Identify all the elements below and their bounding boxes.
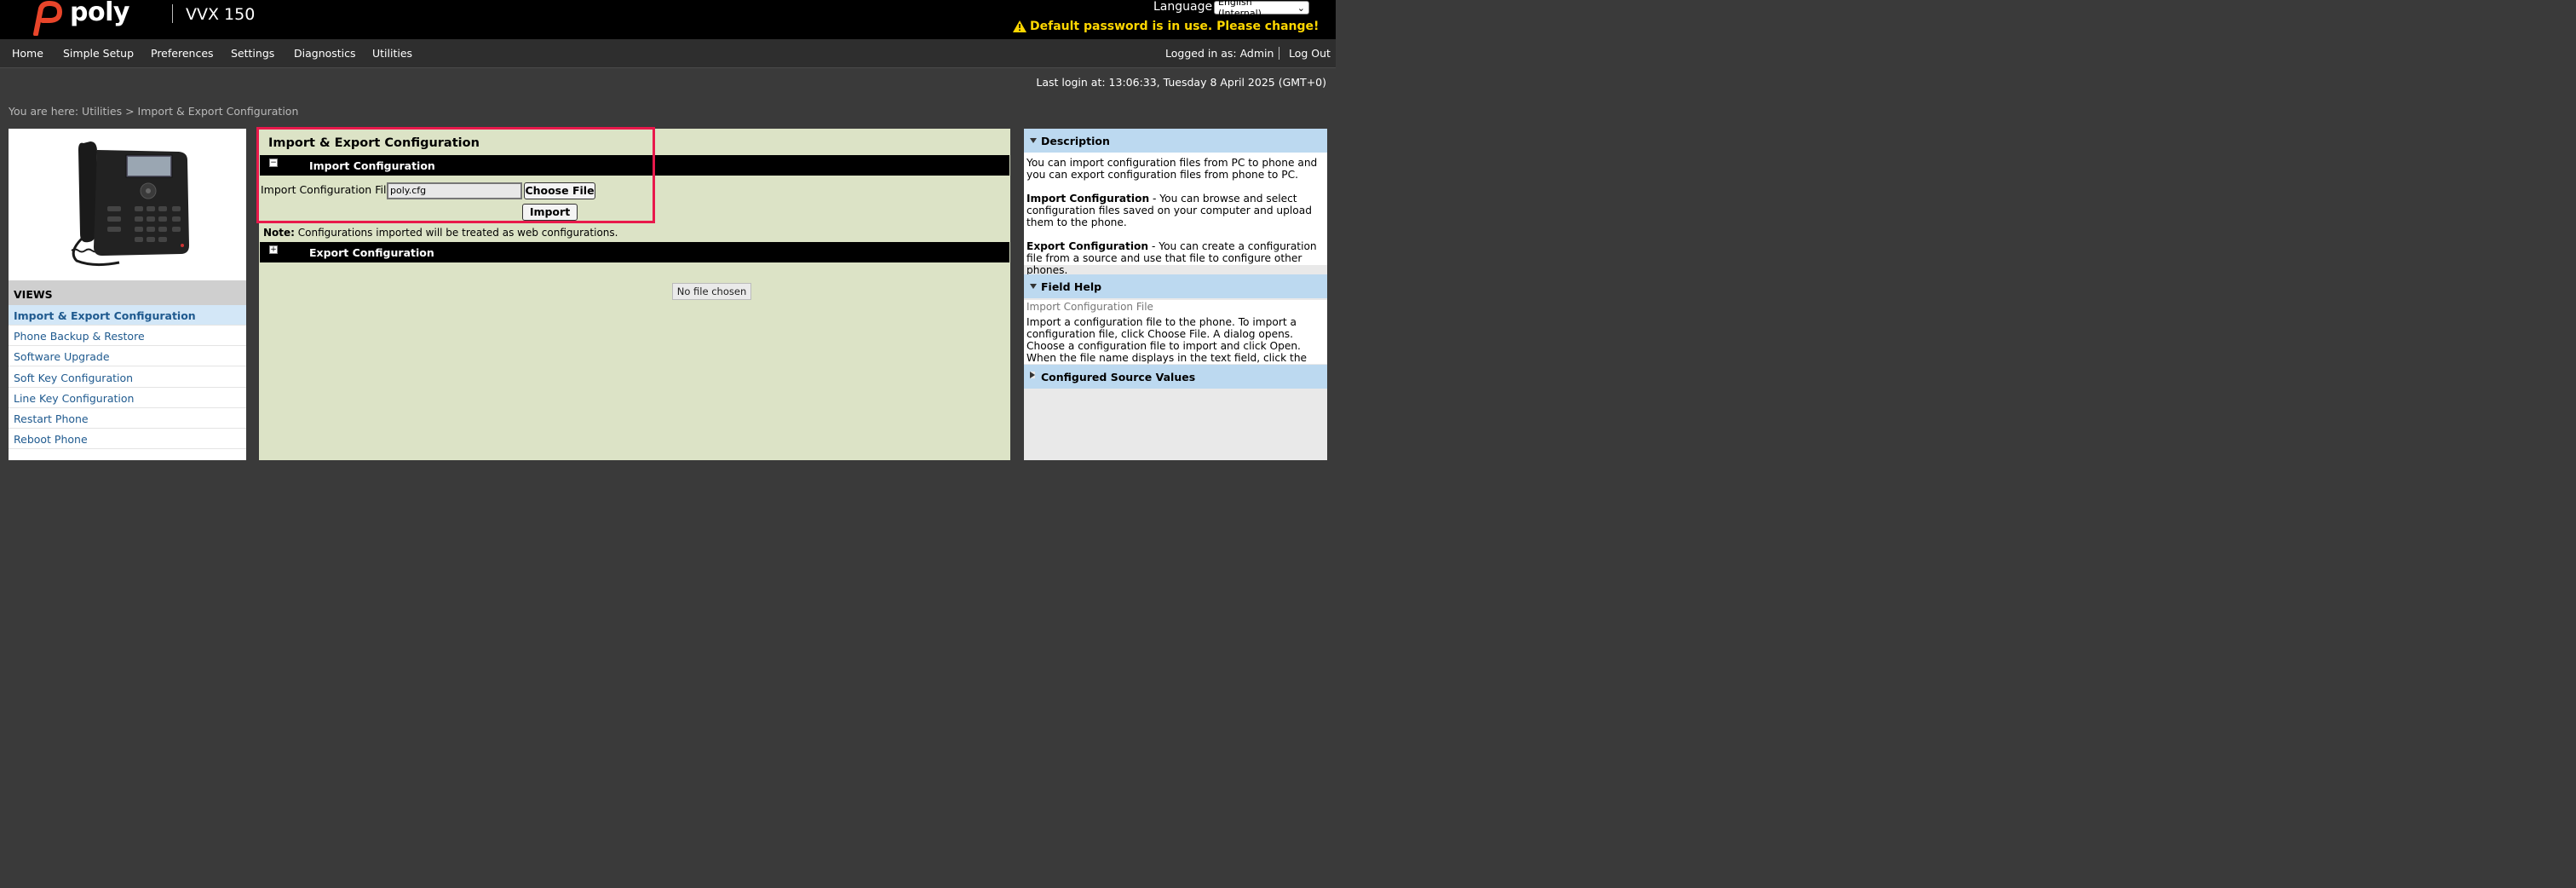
nav-home[interactable]: Home	[12, 47, 43, 60]
note-text: Configurations imported will be treated …	[294, 227, 618, 239]
default-password-warning: Default password is in use. Please chang…	[1013, 20, 1319, 33]
views-header: VIEWS	[9, 280, 246, 305]
brand-name: poly	[70, 0, 129, 27]
nav-diagnostics[interactable]: Diagnostics	[294, 47, 356, 60]
model-name: VVX 150	[186, 5, 256, 24]
last-login-bar: Last login at: 13:06:33, Tuesday 8 April…	[0, 68, 1336, 95]
import-button[interactable]: Import	[522, 204, 578, 221]
page-title: Import & Export Configuration	[268, 136, 480, 150]
export-section-header[interactable]: + Export Configuration	[260, 242, 1009, 262]
top-header: poly VVX 150 Language English (Internal)…	[0, 0, 1336, 39]
view-reboot-phone[interactable]: Reboot Phone	[9, 429, 246, 449]
export-section-title: Export Configuration	[309, 246, 434, 259]
expand-triangle-icon	[1030, 372, 1035, 378]
configured-source-header[interactable]: Configured Source Values	[1024, 365, 1327, 389]
import-section-header[interactable]: − Import Configuration	[260, 155, 1009, 176]
description-text: You can import configuration files from …	[1026, 157, 1318, 181]
logout-link[interactable]: Log Out	[1289, 47, 1331, 60]
import-section-title: Import Configuration	[309, 159, 435, 172]
phone-image	[71, 141, 189, 267]
import-term: Import Configuration	[1026, 193, 1150, 205]
chevron-down-icon: ⌄	[1297, 2, 1305, 14]
description-header[interactable]: Description	[1024, 129, 1327, 153]
poly-logo-icon	[33, 1, 62, 36]
last-login-text: Last login at: 13:06:33, Tuesday 8 April…	[1036, 76, 1326, 89]
nav-settings[interactable]: Settings	[231, 47, 274, 60]
view-line-key-configuration[interactable]: Line Key Configuration	[9, 388, 246, 408]
choose-file-button[interactable]: Choose File	[524, 182, 595, 199]
description-body: You can import configuration files from …	[1024, 153, 1327, 276]
expand-icon[interactable]: +	[269, 245, 278, 254]
description-title: Description	[1041, 135, 1110, 147]
main-content: Import & Export Configuration − Import C…	[259, 129, 1010, 460]
file-tooltip: No file chosen	[672, 283, 751, 300]
import-note: Note: Configurations imported will be tr…	[263, 227, 618, 239]
help-panel: Description You can import configuration…	[1024, 129, 1327, 460]
poly-logo[interactable]: poly	[29, 0, 129, 36]
export-description: Export Configuration - You can create a …	[1026, 240, 1325, 276]
view-import-export[interactable]: Import & Export Configuration	[9, 305, 246, 326]
logged-in-status: Logged in as: Admin	[1165, 47, 1274, 60]
import-file-label: Import Configuration File	[261, 183, 394, 196]
field-help-title: Field Help	[1041, 280, 1102, 293]
view-restart-phone[interactable]: Restart Phone	[9, 408, 246, 429]
language-label: Language	[1153, 0, 1213, 14]
import-description: Import Configuration - You can browse an…	[1026, 193, 1325, 228]
language-selected-value: English (Internal)	[1218, 0, 1262, 19]
view-phone-backup-restore[interactable]: Phone Backup & Restore	[9, 326, 246, 346]
view-soft-key-configuration[interactable]: Soft Key Configuration	[9, 367, 246, 388]
breadcrumb: You are here: Utilities > Import & Expor…	[9, 105, 299, 118]
language-select[interactable]: English (Internal) ⌄	[1214, 0, 1309, 19]
nav-simple-setup[interactable]: Simple Setup	[63, 47, 134, 60]
note-label: Note:	[263, 227, 295, 239]
export-term: Export Configuration	[1026, 240, 1149, 252]
nav-utilities[interactable]: Utilities	[372, 47, 412, 60]
view-software-upgrade[interactable]: Software Upgrade	[9, 346, 246, 366]
collapse-triangle-icon	[1030, 138, 1037, 143]
nav-preferences[interactable]: Preferences	[151, 47, 214, 60]
warning-icon	[1013, 20, 1026, 32]
warning-text: Default password is in use. Please chang…	[1030, 20, 1320, 33]
main-nav: Home Simple Setup Preferences Settings D…	[0, 39, 1336, 68]
collapse-triangle-icon	[1030, 284, 1037, 289]
collapse-icon[interactable]: −	[269, 159, 278, 167]
configured-source-title: Configured Source Values	[1041, 371, 1196, 383]
import-file-input[interactable]: poly.cfg	[387, 182, 522, 199]
field-help-subtitle: Import Configuration File	[1024, 300, 1327, 314]
field-help-text: Import a configuration file to the phone…	[1024, 314, 1327, 376]
left-sidebar: VIEWS Import & Export Configuration Phon…	[9, 129, 246, 460]
field-help-header[interactable]: Field Help	[1024, 274, 1327, 298]
header-divider	[172, 4, 173, 23]
